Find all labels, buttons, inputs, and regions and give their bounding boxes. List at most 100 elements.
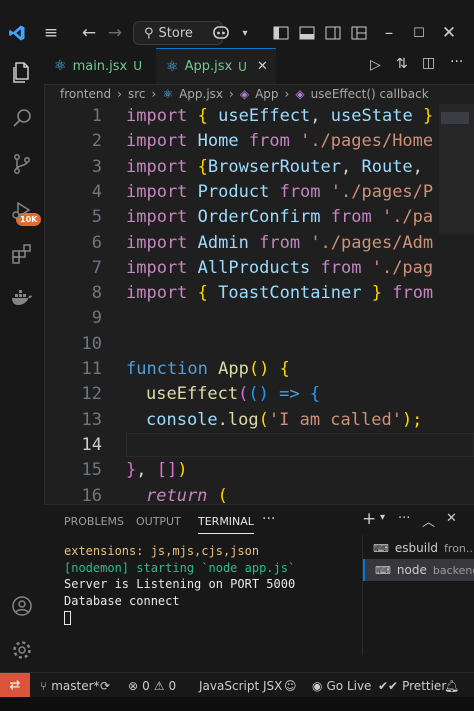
more-panel-tabs-icon[interactable]: ··· [262,511,275,527]
broadcast-icon: ◉ [312,678,323,693]
status-bar: ⇄ ⑂ master* ⟳ ⊗ 0 ⚠ 0 JavaScript JSX ☺ ◉… [0,672,474,698]
close-window-icon[interactable]: ✕ [438,22,460,44]
terminal-desc: fron... [444,541,474,555]
chevron-right-icon: › [284,87,290,101]
code-line: 12 useEffect(() => { [81,384,321,405]
source-control-icon[interactable] [10,152,34,176]
bottom-border [0,697,474,711]
copilot-icon[interactable] [206,22,236,44]
branch-indicator[interactable]: ⑂ master* [40,673,100,698]
terminal-item-esbuild[interactable]: ⌨ esbuild fron... [363,537,474,559]
tab-terminal[interactable]: TERMINAL [198,515,254,534]
code-line: 11 function App() { [81,359,290,379]
react-icon: ⚛ [54,58,67,74]
minimize-icon[interactable]: – [378,22,400,44]
docker-icon[interactable] [10,286,34,310]
terminal-output[interactable]: extensions: js,mjs,cjs,json [nodemon] sta… [64,543,295,630]
code-line: 4 import Product from './pages/P [91,181,434,202]
maximize-panel-icon[interactable]: ︿ [422,511,435,530]
breadcrumb-item[interactable]: src [128,87,146,101]
terminal-item-node[interactable]: ⌨ node backend [363,559,474,581]
minimap[interactable] [439,104,474,234]
terminal-line: extensions: js,mjs,cjs,json [64,544,260,558]
new-terminal-icon[interactable]: + [362,509,376,529]
code-line: 13 console.log('I am called'); [81,409,423,430]
code-line: 6 import Admin from './pages/Adm [91,232,434,253]
toggle-panel-icon[interactable] [296,22,318,44]
code-line: 16 return ( [81,485,228,505]
explorer-icon[interactable] [10,60,34,84]
branch-icon: ⑂ [40,678,48,693]
chevron-right-icon: › [229,87,234,101]
customize-layout-icon[interactable] [348,22,370,44]
terminal-list: ⌨ esbuild fron... ⌨ node backend [362,535,474,655]
terminal-line: Server is Listening on PORT 5000 [64,577,296,591]
react-icon: ⚛ [162,87,174,101]
terminal-dropdown-icon[interactable]: ▾ [380,512,385,523]
terminal-line: [nodemon] starting `node app.js` [64,560,296,575]
terminal-cursor [64,611,71,625]
warning-icon: ⚠ [153,678,165,693]
go-live-button[interactable]: ◉ Go Live [312,673,371,698]
terminal-name: esbuild [394,541,439,555]
copilot-status-icon[interactable]: ☺ [284,673,297,698]
settings-gear-icon[interactable] [10,638,34,662]
code-line: 10 [81,333,102,354]
terminal-desc: backend [432,563,474,577]
toggle-sidebar-icon[interactable] [270,22,292,44]
breadcrumb-item[interactable]: App [255,87,278,101]
terminal-name: node [396,563,427,577]
code-line: 15}, []) [81,460,188,481]
problems-indicator[interactable]: ⊗ 0 ⚠ 0 [128,673,176,698]
tab-problems[interactable]: PROBLEMS [64,515,124,528]
more-actions-icon[interactable]: ··· [450,54,463,70]
code-line: 3 import {BrowserRouter, Route, [91,156,423,177]
code-line: 9 [91,308,102,329]
chevron-right-icon: › [117,87,122,101]
compare-changes-icon[interactable]: ⇅ [396,56,408,72]
tab-output[interactable]: OUTPUT [136,515,181,528]
code-line: 2 import Home from './pages/Home [91,131,434,152]
account-icon[interactable] [10,594,34,618]
code-line: 8 import { ToastContainer } from [91,283,434,304]
tab-main-jsx[interactable]: ⚛ main.jsx U [44,48,156,84]
close-tab-icon[interactable]: ✕ [257,59,268,74]
tab-app-jsx[interactable]: ⚛ App.jsx U ✕ [156,48,276,84]
forward-arrow-icon[interactable]: → [104,22,126,44]
extensions-icon[interactable] [10,242,34,266]
maximize-icon[interactable]: ☐ [408,22,430,44]
remote-indicator-icon[interactable]: ⇄ [0,673,30,698]
function-icon: ◈ [295,87,305,101]
terminal-line: Database connect [64,593,180,608]
breadcrumb-item[interactable]: App.jsx [179,87,223,101]
editor-tabs: ⚛ main.jsx U ⚛ App.jsx U ✕ ▷ ⇅ ◫ ··· [44,48,474,85]
notifications-bell-icon[interactable]: 🔔︎ [444,673,459,698]
chevron-right-icon: › [151,87,157,101]
code-line: 14 [81,434,102,455]
activity-bar: 10K [0,48,45,672]
prettier-status[interactable]: ✔✔ Prettier [378,673,446,698]
branch-name: master* [51,678,100,693]
run-icon[interactable]: ▷ [370,57,381,73]
back-arrow-icon[interactable]: ← [78,22,100,44]
split-editor-icon[interactable]: ◫ [422,55,435,71]
copilot-dropdown-icon[interactable]: ▾ [234,22,256,44]
sync-icon[interactable]: ⟳ [100,673,110,698]
code-editor[interactable]: 1 import { useEffect, useState } 2 import … [44,104,474,504]
breadcrumb: frontend › src › ⚛ App.jsx › ◈ App › ◈ u… [44,84,474,104]
run-debug-icon[interactable] [10,198,34,222]
menu-icon[interactable]: ≡ [40,22,62,44]
close-panel-icon[interactable]: ✕ [446,511,457,526]
function-icon: ◈ [239,87,250,101]
language-mode[interactable]: JavaScript JSX [199,673,282,698]
tab-label: App.jsx [184,59,233,74]
vscode-logo-icon [6,22,28,44]
breadcrumb-item[interactable]: frontend [60,87,111,101]
search-view-icon[interactable] [10,106,34,130]
panel-options-icon[interactable]: ··· [398,511,410,526]
breadcrumb-item[interactable]: useEffect() callback [311,87,429,101]
search-icon: ⚲ [144,25,154,41]
tab-status: U [133,59,143,73]
search-label: Store [158,25,193,41]
toggle-secondary-sidebar-icon[interactable] [322,22,344,44]
